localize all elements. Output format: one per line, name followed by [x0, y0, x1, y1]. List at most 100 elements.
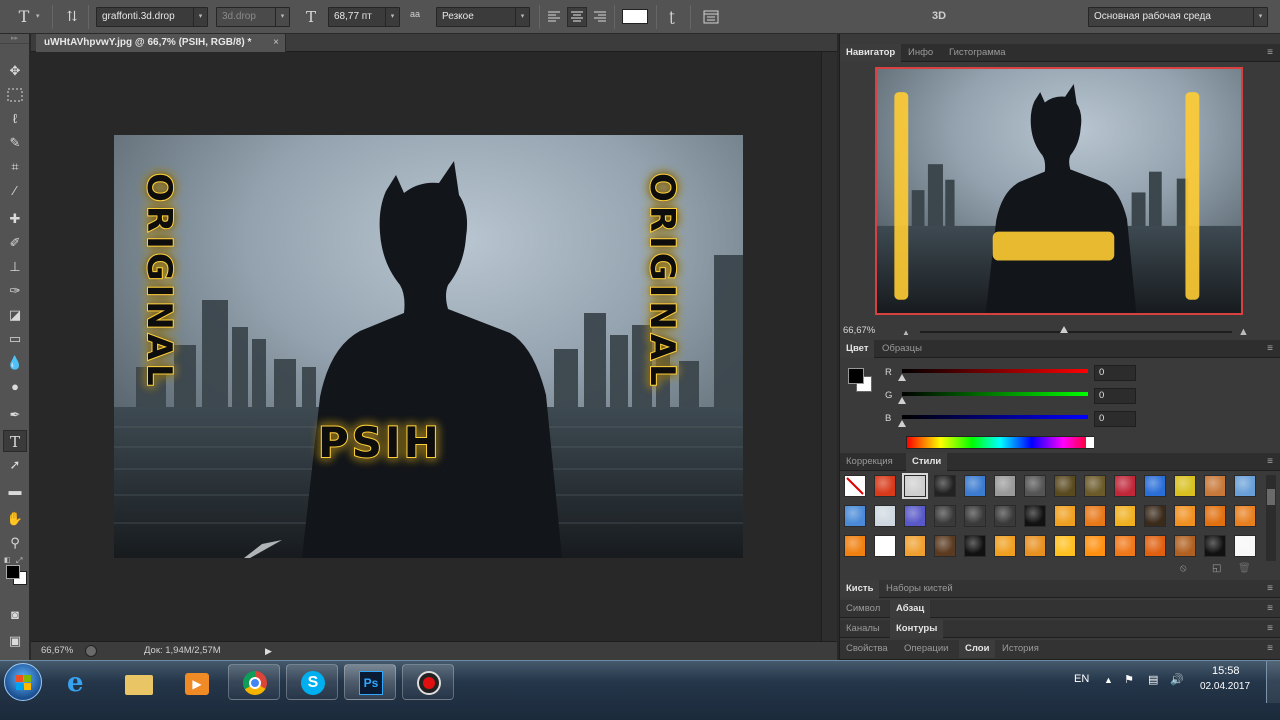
style-swatch[interactable] [994, 475, 1016, 497]
type-tool-preset-icon[interactable]: T [14, 7, 34, 27]
style-swatch[interactable] [964, 535, 986, 557]
font-style-select[interactable]: 3d.drop ▾ [216, 7, 290, 27]
style-swatch[interactable] [1024, 505, 1046, 527]
tab-swatches[interactable]: Образцы [876, 340, 928, 358]
panel-menu-icon[interactable]: ≡ [1267, 342, 1273, 356]
style-swatch[interactable] [1024, 475, 1046, 497]
tab-history[interactable]: История [996, 640, 1045, 658]
style-swatch[interactable] [844, 505, 866, 527]
style-swatch[interactable] [904, 535, 926, 557]
type-tool-icon[interactable]: T [3, 430, 27, 452]
tab-adjustments[interactable]: Коррекция [840, 453, 899, 471]
blur-tool-icon[interactable]: 💧 [3, 352, 27, 374]
tab-actions[interactable]: Операции [898, 640, 954, 658]
show-desktop-button[interactable] [1266, 661, 1280, 703]
red-channel-slider[interactable] [902, 369, 1088, 373]
green-slider-thumb[interactable] [898, 397, 906, 404]
align-left-icon[interactable] [546, 7, 562, 27]
font-family-select[interactable]: graffonti.3d.drop ▾ [96, 7, 208, 27]
tab-histogram[interactable]: Гистограмма [943, 44, 1012, 62]
taskbar-internet-explorer[interactable]: e [54, 664, 106, 700]
healing-brush-tool-icon[interactable]: ✚ [3, 208, 27, 230]
align-center-icon[interactable] [567, 7, 587, 27]
style-swatch[interactable] [844, 535, 866, 557]
blue-channel-slider[interactable] [902, 415, 1088, 419]
volume-icon[interactable]: 🔊 [1170, 673, 1184, 686]
styles-scrollbar[interactable] [1266, 475, 1276, 561]
pen-tool-icon[interactable]: ✒ [3, 404, 27, 426]
no-style-swatch[interactable] [844, 475, 866, 497]
vertical-scrollbar[interactable] [821, 52, 837, 641]
red-value-field[interactable]: 0 [1094, 365, 1136, 381]
style-swatch[interactable] [904, 505, 926, 527]
taskbar-recorder[interactable] [402, 664, 454, 700]
style-swatch[interactable] [1204, 535, 1226, 557]
clock-date[interactable]: 02.04.2017 [1200, 681, 1250, 692]
style-swatch[interactable] [964, 475, 986, 497]
panel-menu-icon[interactable]: ≡ [1267, 602, 1273, 616]
history-brush-tool-icon[interactable]: ✑ [3, 280, 27, 302]
tab-info[interactable]: Инфо [902, 44, 939, 62]
tab-character[interactable]: Символ [840, 600, 886, 618]
spectrum-white-chip[interactable] [1086, 437, 1094, 448]
panel-menu-icon[interactable]: ≡ [1267, 455, 1273, 469]
zoom-in-icon[interactable]: ▲ [1238, 326, 1249, 338]
document-tab[interactable]: uWHtAVhpvwY.jpg @ 66,7% (PSIH, RGB/8) * … [36, 34, 286, 52]
style-swatch[interactable] [1144, 505, 1166, 527]
style-swatch[interactable] [1114, 505, 1136, 527]
network-icon[interactable]: ▤ [1148, 673, 1158, 686]
color-swatches[interactable]: ◧ ⤢ [4, 556, 27, 586]
anti-alias-select[interactable]: Резкое ▾ [436, 7, 530, 27]
style-swatch[interactable] [1054, 535, 1076, 557]
styles-scroll-thumb[interactable] [1267, 489, 1275, 505]
taskbar-file-explorer[interactable] [112, 664, 164, 700]
taskbar-skype[interactable]: S [286, 664, 338, 700]
move-tool-icon[interactable]: ✥ [3, 60, 27, 82]
tab-paths[interactable]: Контуры [890, 620, 944, 638]
navigator-zoom-value[interactable]: 66,67% [843, 325, 875, 336]
language-indicator[interactable]: EN [1074, 673, 1089, 685]
style-swatch[interactable] [874, 535, 896, 557]
style-swatch[interactable] [1084, 475, 1106, 497]
close-tab-icon[interactable]: × [273, 34, 279, 52]
zoom-out-icon[interactable]: ▲ [902, 328, 910, 337]
panel-menu-icon[interactable]: ≡ [1267, 642, 1273, 656]
panel-menu-icon[interactable]: ≡ [1267, 46, 1273, 60]
delete-style-icon[interactable]: 🗑 [1238, 563, 1251, 574]
style-swatch[interactable] [1234, 505, 1256, 527]
crop-tool-icon[interactable]: ⌗ [3, 156, 27, 178]
style-swatch[interactable] [934, 475, 956, 497]
hand-tool-icon[interactable]: ✋ [3, 508, 27, 530]
style-swatch[interactable] [1084, 505, 1106, 527]
style-swatch[interactable] [1174, 535, 1196, 557]
zoom-tool-icon[interactable]: ⚲ [3, 532, 27, 554]
clear-style-icon[interactable]: ⦸ [1180, 563, 1187, 574]
style-swatch[interactable] [1114, 535, 1136, 557]
color-spectrum-ramp[interactable] [906, 436, 1094, 449]
red-slider-thumb[interactable] [898, 374, 906, 381]
panel-menu-icon[interactable]: ≡ [1267, 622, 1273, 636]
style-swatch[interactable] [874, 475, 896, 497]
green-value-field[interactable]: 0 [1094, 388, 1136, 404]
rectangle-tool-icon[interactable]: ▬ [3, 480, 27, 502]
style-swatch[interactable] [1174, 505, 1196, 527]
navigator-zoom-slider-thumb[interactable] [1060, 326, 1068, 333]
tab-brush[interactable]: Кисть [840, 580, 880, 598]
taskbar-photoshop[interactable]: Ps [344, 664, 396, 700]
dodge-tool-icon[interactable]: ● [3, 376, 27, 398]
3d-mode-label[interactable]: 3D [932, 10, 946, 30]
tab-brush-presets[interactable]: Наборы кистей [880, 580, 959, 598]
style-swatch[interactable] [1204, 505, 1226, 527]
panel-menu-icon[interactable]: ≡ [1267, 582, 1273, 596]
text-color-swatch[interactable] [622, 9, 648, 24]
preset-dropdown-arrow-icon[interactable]: ▾ [36, 13, 42, 20]
show-hidden-icons-icon[interactable]: ▲ [1104, 675, 1113, 685]
brush-tool-icon[interactable]: ✐ [3, 232, 27, 254]
default-colors-icon[interactable]: ◧ [4, 556, 11, 564]
style-swatch[interactable] [1054, 475, 1076, 497]
gradient-tool-icon[interactable]: ▭ [3, 328, 27, 350]
blue-slider-thumb[interactable] [898, 420, 906, 427]
marquee-tool-icon[interactable] [3, 84, 27, 106]
navigator-zoom-slider[interactable] [920, 331, 1232, 333]
style-swatch[interactable] [1204, 475, 1226, 497]
